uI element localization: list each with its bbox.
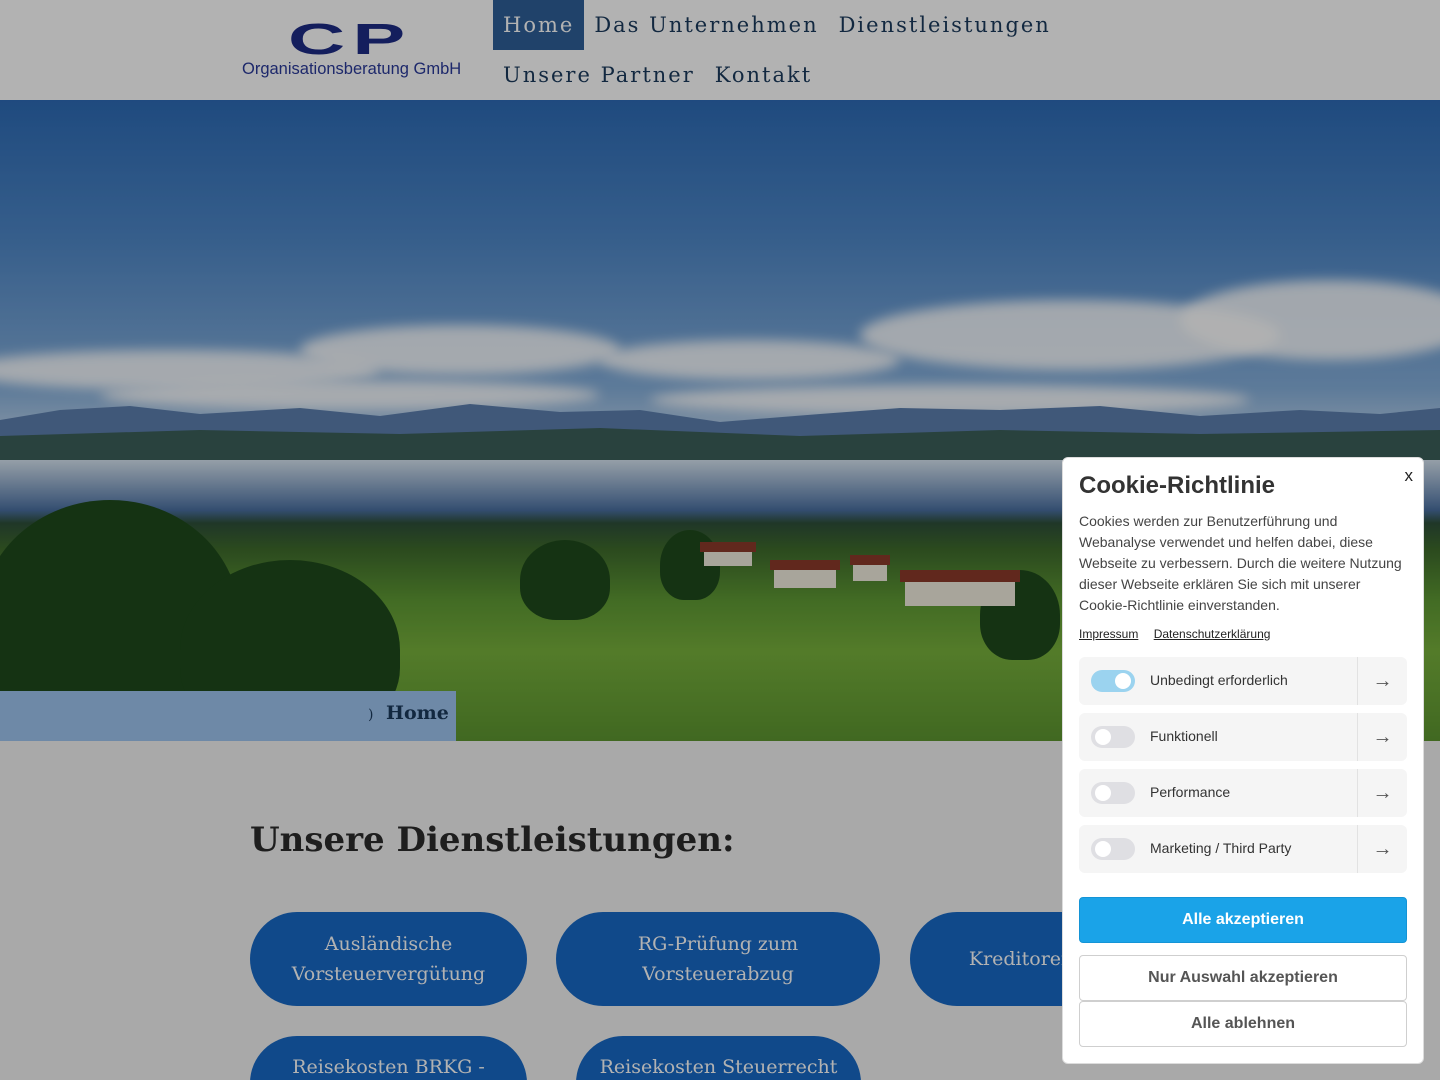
arrow-right-icon[interactable]: → <box>1357 657 1407 705</box>
category-label: Marketing / Third Party <box>1150 840 1292 856</box>
arrow-right-icon[interactable]: → <box>1357 825 1407 873</box>
datenschutz-link[interactable]: Datenschutzerklärung <box>1154 627 1271 641</box>
toggle-necessary[interactable] <box>1091 670 1135 692</box>
arrow-right-icon[interactable]: → <box>1357 713 1407 761</box>
cookie-description: Cookies werden zur Benutzerführung und W… <box>1079 513 1402 613</box>
toggle-performance[interactable] <box>1091 782 1135 804</box>
toggle-marketing[interactable] <box>1091 838 1135 860</box>
close-icon[interactable]: x <box>1405 466 1414 486</box>
toggle-functional[interactable] <box>1091 726 1135 748</box>
cookie-category-necessary: Unbedingt erforderlich → <box>1079 657 1407 705</box>
category-label: Performance <box>1150 784 1231 800</box>
reject-all-button[interactable]: Alle ablehnen <box>1079 1001 1407 1047</box>
category-label: Funktionell <box>1150 728 1218 744</box>
cookie-dialog: x Cookie-Richtlinie Cookies werden zur B… <box>1062 457 1424 1064</box>
cookie-title: Cookie-Richtlinie <box>1079 472 1276 499</box>
category-label: Unbedingt erforderlich <box>1150 672 1288 688</box>
impressum-link[interactable]: Impressum <box>1079 627 1138 641</box>
cookie-category-marketing: Marketing / Third Party → <box>1079 825 1407 873</box>
accept-selection-button[interactable]: Nur Auswahl akzeptieren <box>1079 955 1407 1001</box>
cookie-category-functional: Funktionell → <box>1079 713 1407 761</box>
accept-all-button[interactable]: Alle akzeptieren <box>1079 897 1407 943</box>
cookie-links: Impressum Datenschutzerklärung <box>1079 627 1282 641</box>
arrow-right-icon[interactable]: → <box>1357 769 1407 817</box>
cookie-category-performance: Performance → <box>1079 769 1407 817</box>
